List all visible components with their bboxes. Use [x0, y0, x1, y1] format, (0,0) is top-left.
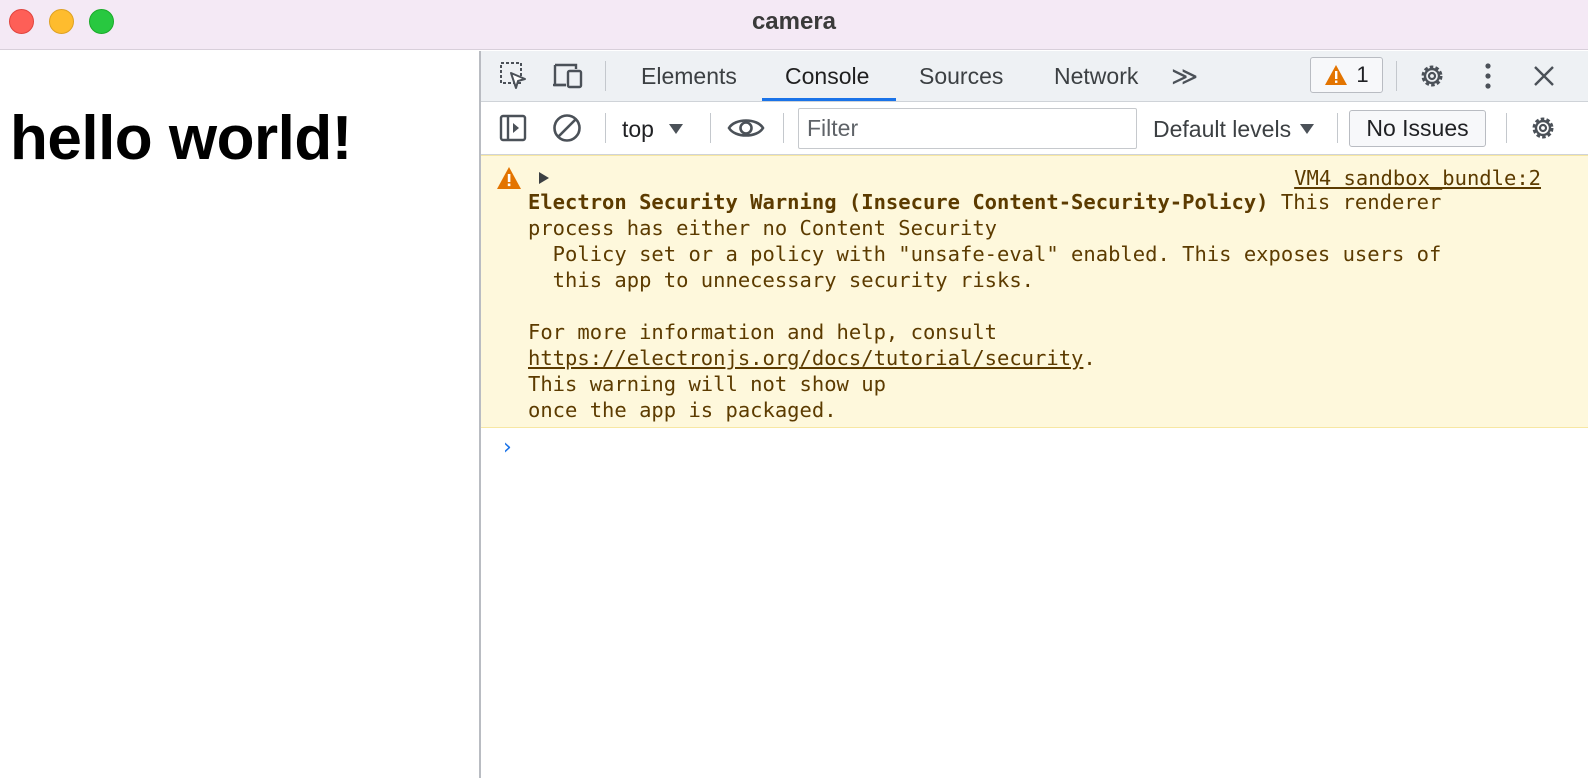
console-prompt-icon[interactable]: ›: [503, 435, 512, 460]
title-bar: camera: [0, 0, 1588, 50]
issues-button[interactable]: No Issues: [1349, 110, 1486, 147]
console-warning-message: VM4 sandbox_bundle:2 Electron Security W…: [481, 155, 1588, 428]
console-settings-gear-icon[interactable]: [1525, 111, 1561, 145]
devtools-panel: Elements Console Sources Network ≫ 1 top…: [479, 51, 1588, 778]
tab-elements[interactable]: Elements: [641, 51, 737, 101]
sidebar-toggle-icon[interactable]: [496, 111, 530, 145]
log-levels-dropdown[interactable]: Default levels: [1153, 112, 1315, 146]
app-window: camera hello world! Elements Console Sou…: [0, 0, 1588, 778]
page-content: hello world!: [0, 51, 479, 778]
active-tab-indicator: [762, 98, 896, 101]
log-levels-value: Default levels: [1153, 115, 1292, 142]
toolbar-divider: [1337, 113, 1338, 143]
settings-gear-icon[interactable]: [1414, 59, 1450, 93]
warning-line: once the app is packaged.: [528, 398, 837, 422]
page-heading: hello world!: [10, 104, 352, 173]
warning-line: https://electronjs.org/docs/tutorial/sec…: [528, 346, 1096, 370]
more-options-icon[interactable]: [1471, 59, 1505, 93]
context-selector[interactable]: top: [622, 112, 684, 146]
clear-console-icon[interactable]: [550, 111, 584, 145]
security-docs-link[interactable]: https://electronjs.org/docs/tutorial/sec…: [528, 346, 1083, 370]
console-toolbar: top Default levels No: [481, 102, 1588, 155]
tab-bar-divider: [605, 61, 606, 91]
warning-line: For more information and help, consult: [528, 320, 997, 344]
warning-line: This warning will not show up: [528, 372, 886, 396]
warning-icon: [1325, 65, 1348, 85]
warning-line: Electron Security Warning (Insecure Cont…: [528, 190, 1442, 214]
toolbar-divider: [1506, 113, 1507, 143]
chevron-down-icon: [668, 124, 683, 134]
live-expression-eye-icon[interactable]: [726, 111, 766, 145]
warning-line: process has either no Content Security: [528, 216, 997, 240]
devtools-tab-bar: Elements Console Sources Network ≫ 1: [481, 51, 1588, 102]
expand-triangle-icon[interactable]: [538, 171, 550, 185]
inspect-element-icon[interactable]: [497, 59, 531, 93]
tab-bar-divider: [1396, 61, 1397, 91]
filter-input[interactable]: [798, 108, 1137, 149]
tab-network[interactable]: Network: [1054, 51, 1138, 101]
more-tabs-icon[interactable]: ≫: [1171, 51, 1198, 101]
close-devtools-icon[interactable]: [1527, 59, 1561, 93]
toolbar-divider: [710, 113, 711, 143]
device-toolbar-icon[interactable]: [551, 59, 587, 93]
chevron-down-icon: [1300, 124, 1315, 134]
warning-count: 1: [1356, 62, 1369, 87]
warning-line: Policy set or a policy with "unsafe-eval…: [528, 242, 1442, 266]
tab-sources[interactable]: Sources: [919, 51, 1003, 101]
toolbar-divider: [783, 113, 784, 143]
warnings-counter-button[interactable]: 1: [1310, 57, 1383, 93]
window-title: camera: [751, 8, 837, 35]
message-source-link[interactable]: VM4 sandbox_bundle:2: [1294, 166, 1541, 190]
warning-icon: [497, 167, 521, 189]
warning-title: Electron Security Warning (Insecure Cont…: [528, 190, 1269, 214]
warning-line: this app to unnecessary security risks.: [528, 268, 1035, 292]
toolbar-divider: [605, 113, 606, 143]
tab-console[interactable]: Console: [785, 51, 869, 101]
context-value: top: [622, 115, 654, 142]
